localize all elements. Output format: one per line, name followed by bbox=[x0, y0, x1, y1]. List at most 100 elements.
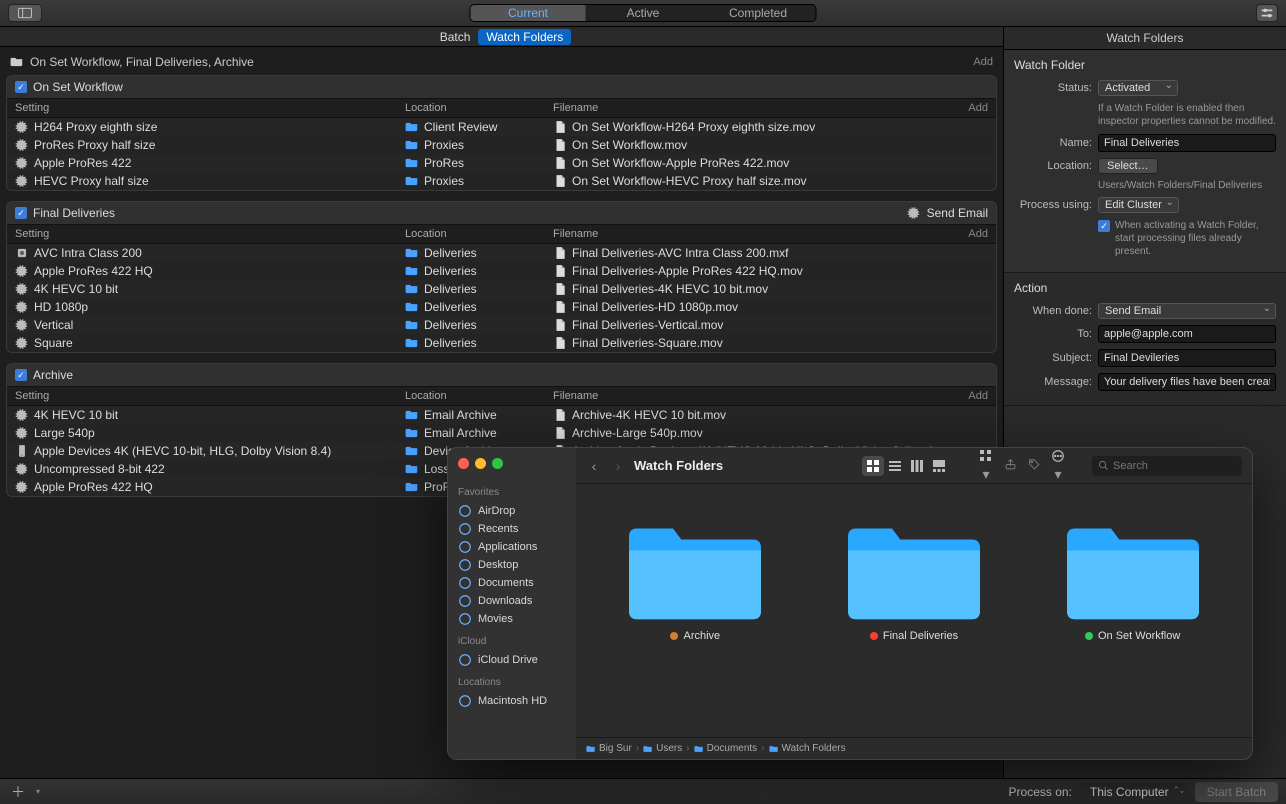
group-header[interactable]: Archive bbox=[7, 364, 996, 387]
table-row[interactable]: Vertical Deliveries Final Deliveries-Ver… bbox=[7, 316, 996, 334]
sidebar-item-recents[interactable]: Recents bbox=[454, 520, 570, 538]
list-view-button[interactable] bbox=[884, 456, 906, 476]
sidebar-item-downloads[interactable]: Downloads bbox=[454, 592, 570, 610]
table-row[interactable]: Square Deliveries Final Deliveries-Squar… bbox=[7, 334, 996, 352]
process-existing-checkbox[interactable] bbox=[1098, 220, 1110, 232]
finder-body[interactable]: Archive Final Deliveries On Set Workflow bbox=[576, 484, 1252, 737]
add-row-button[interactable]: Add bbox=[968, 228, 988, 240]
sidebar-item-icloud-drive[interactable]: iCloud Drive bbox=[454, 651, 570, 669]
setting-name: Apple ProRes 422 bbox=[34, 156, 131, 170]
group-header[interactable]: Final Deliveries Send Email bbox=[7, 202, 996, 225]
finder-path-bar[interactable]: Big Sur› Users› Documents› Watch Folders bbox=[576, 737, 1252, 759]
tags-button[interactable] bbox=[1026, 458, 1042, 474]
status-hint: If a Watch Folder is enabled then inspec… bbox=[1098, 102, 1276, 128]
seg-active[interactable]: Active bbox=[586, 5, 701, 21]
back-button[interactable]: ‹ bbox=[586, 458, 602, 474]
sidebar-item-label: Downloads bbox=[478, 595, 532, 607]
location-name: Proxies bbox=[424, 174, 464, 188]
file-icon bbox=[553, 156, 567, 170]
table-row[interactable]: H264 Proxy eighth size Client Review On … bbox=[7, 118, 996, 136]
file-icon bbox=[553, 282, 567, 296]
table-row[interactable]: HD 1080p Deliveries Final Deliveries-HD … bbox=[7, 298, 996, 316]
location-select-button[interactable]: Select… bbox=[1098, 158, 1158, 174]
table-row[interactable]: Large 540p Email Archive Archive-Large 5… bbox=[7, 424, 996, 442]
folder-label: Archive bbox=[683, 630, 720, 642]
location-path: Users/Watch Folders/Final Deliveries bbox=[1098, 180, 1276, 191]
group-by-button[interactable]: ▾ bbox=[978, 449, 994, 483]
sidebar-item-airdrop[interactable]: AirDrop bbox=[454, 502, 570, 520]
folder-item[interactable]: Final Deliveries bbox=[824, 512, 1004, 642]
table-row[interactable]: Apple ProRes 422 HQ Deliveries Final Del… bbox=[7, 262, 996, 280]
tab-watch-folders[interactable]: Watch Folders bbox=[478, 29, 571, 45]
gear-icon[interactable] bbox=[907, 206, 921, 220]
table-row[interactable]: AVC Intra Class 200 Deliveries Final Del… bbox=[7, 244, 996, 262]
sidebar-item-desktop[interactable]: Desktop bbox=[454, 556, 570, 574]
tab-batch[interactable]: Batch bbox=[432, 29, 479, 45]
group-enable-checkbox[interactable] bbox=[15, 81, 27, 93]
path-segment[interactable]: Users bbox=[643, 743, 682, 754]
folder-icon bbox=[769, 744, 779, 754]
view-segmented-control[interactable]: Current Active Completed bbox=[470, 4, 817, 22]
group-enable-checkbox[interactable] bbox=[15, 207, 27, 219]
location-label: Location: bbox=[1014, 160, 1092, 172]
inspector-toggle-button[interactable] bbox=[1256, 4, 1278, 22]
column-view-button[interactable] bbox=[906, 456, 928, 476]
sidebar-item-applications[interactable]: Applications bbox=[454, 538, 570, 556]
folder-icon bbox=[405, 444, 419, 458]
close-window-button[interactable] bbox=[458, 458, 469, 469]
group-enable-checkbox[interactable] bbox=[15, 369, 27, 381]
add-row-button[interactable]: Add bbox=[968, 102, 988, 114]
filename: On Set Workflow-Apple ProRes 422.mov bbox=[572, 156, 789, 170]
sidebar-item-documents[interactable]: Documents bbox=[454, 574, 570, 592]
gallery-view-button[interactable] bbox=[928, 456, 950, 476]
finder-window[interactable]: Favorites AirDropRecentsApplicationsDesk… bbox=[447, 447, 1253, 760]
sidebar-item-macintosh-hd[interactable]: Macintosh HD bbox=[454, 692, 570, 710]
sidebar-toggle-button[interactable] bbox=[8, 4, 42, 22]
add-menu-chevron-icon[interactable]: ▾ bbox=[36, 787, 40, 796]
table-row[interactable]: Apple ProRes 422 ProRes On Set Workflow-… bbox=[7, 154, 996, 172]
folder-icon bbox=[620, 512, 770, 622]
path-segment[interactable]: Documents bbox=[694, 743, 758, 754]
sidebar-item-movies[interactable]: Movies bbox=[454, 610, 570, 628]
seg-completed[interactable]: Completed bbox=[701, 5, 816, 21]
inspector-title: Watch Folders bbox=[1004, 27, 1286, 50]
table-row[interactable]: ProRes Proxy half size Proxies On Set Wo… bbox=[7, 136, 996, 154]
folder-icon bbox=[405, 408, 419, 422]
group-header[interactable]: On Set Workflow bbox=[7, 76, 996, 99]
add-button[interactable]: ＋ bbox=[8, 784, 28, 800]
location-name: Deliveries bbox=[424, 246, 477, 260]
table-row[interactable]: 4K HEVC 10 bit Email Archive Archive-4K … bbox=[7, 406, 996, 424]
minimize-window-button[interactable] bbox=[475, 458, 486, 469]
path-segment[interactable]: Big Sur bbox=[586, 743, 632, 754]
file-icon bbox=[553, 300, 567, 314]
path-segment[interactable]: Watch Folders bbox=[769, 743, 846, 754]
when-done-select[interactable]: Send Email bbox=[1098, 303, 1276, 319]
process-on-select[interactable]: This Computer bbox=[1080, 783, 1187, 801]
breadcrumb-add-button[interactable]: Add bbox=[973, 56, 993, 68]
action-menu-button[interactable]: ▾ bbox=[1050, 449, 1066, 483]
icon-view-button[interactable] bbox=[862, 456, 884, 476]
col-location-header: Location bbox=[405, 102, 553, 114]
seg-current[interactable]: Current bbox=[471, 5, 586, 21]
message-field[interactable] bbox=[1098, 373, 1276, 391]
name-field[interactable] bbox=[1098, 134, 1276, 152]
to-field[interactable] bbox=[1098, 325, 1276, 343]
view-mode-segmented[interactable] bbox=[862, 456, 950, 476]
status-select[interactable]: Activated bbox=[1098, 80, 1178, 96]
forward-button[interactable]: › bbox=[610, 458, 626, 474]
location-name: Deliveries bbox=[424, 318, 477, 332]
add-row-button[interactable]: Add bbox=[968, 390, 988, 402]
start-batch-button[interactable]: Start Batch bbox=[1195, 782, 1278, 802]
zoom-window-button[interactable] bbox=[492, 458, 503, 469]
table-row[interactable]: 4K HEVC 10 bit Deliveries Final Deliveri… bbox=[7, 280, 996, 298]
setting-name: HEVC Proxy half size bbox=[34, 174, 149, 188]
table-row[interactable]: HEVC Proxy half size Proxies On Set Work… bbox=[7, 172, 996, 190]
process-using-select[interactable]: Edit Cluster bbox=[1098, 197, 1179, 213]
folder-item[interactable]: Archive bbox=[605, 512, 785, 642]
share-button[interactable] bbox=[1002, 458, 1018, 474]
col-filename-header: FilenameAdd bbox=[553, 228, 988, 240]
subject-field[interactable] bbox=[1098, 349, 1276, 367]
finder-search[interactable]: Search bbox=[1092, 456, 1242, 476]
folder-item[interactable]: On Set Workflow bbox=[1043, 512, 1223, 642]
folder-icon bbox=[405, 300, 419, 314]
